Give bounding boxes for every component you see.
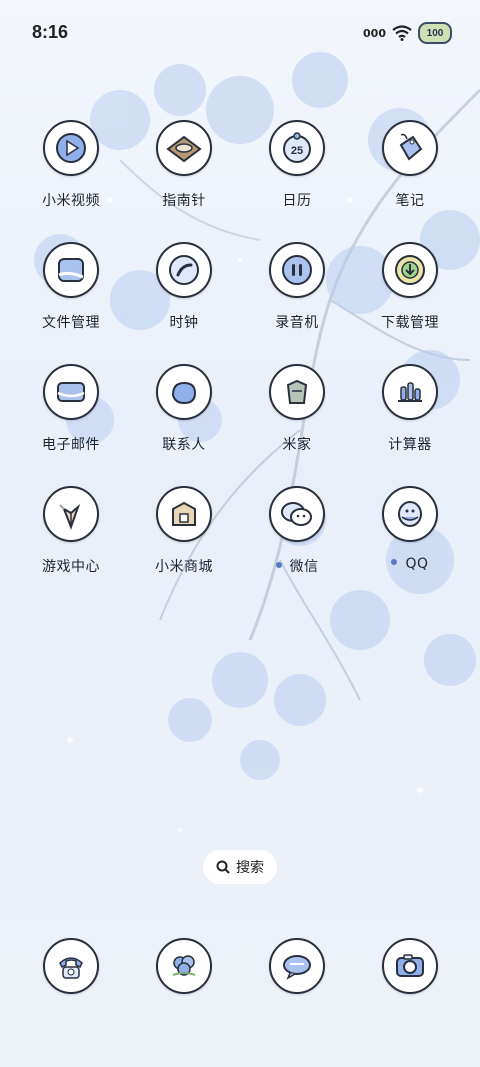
app-label: 录音机 [275, 315, 319, 331]
phone-icon [43, 938, 99, 994]
compass-icon [156, 120, 212, 176]
app-game-center[interactable]: 游戏中心 [16, 486, 126, 576]
messages-icon [269, 938, 325, 994]
wechat-icon [269, 486, 325, 542]
app-calculator[interactable]: 计算器 [355, 364, 465, 454]
battery-level: 100 [426, 27, 444, 39]
app-label: 游戏中心 [42, 559, 100, 575]
new-install-dot [275, 562, 282, 568]
mijia-icon [269, 364, 325, 420]
new-install-dot [391, 559, 398, 565]
app-contacts[interactable]: 联系人 [129, 364, 239, 454]
dock-phone[interactable] [16, 938, 126, 994]
folder-icon [43, 242, 99, 298]
app-file-manager[interactable]: 文件管理 [16, 242, 126, 332]
gallery-flower-icon [156, 938, 212, 994]
search-button[interactable]: 搜索 [203, 850, 277, 884]
camera-icon [382, 938, 438, 994]
app-label: 时钟 [169, 315, 199, 331]
status-icons: 000 100 [363, 22, 452, 44]
app-label: 小米商城 [155, 559, 213, 575]
app-label: 米家 [282, 437, 312, 453]
search-icon [216, 860, 230, 874]
app-label-text: QQ [405, 556, 429, 572]
app-label: 小米视频 [42, 193, 100, 209]
app-label-wechat: 微信 [242, 556, 352, 576]
calculator-icon [382, 364, 438, 420]
app-label-text: 微信 [289, 559, 319, 575]
app-label: 计算器 [388, 437, 432, 453]
app-label: 文件管理 [42, 315, 100, 331]
app-qq[interactable]: QQ [355, 486, 465, 572]
status-time: 8:16 [32, 22, 69, 42]
status-bar: 8:16 000 100 [0, 0, 480, 66]
notes-tag-icon [382, 120, 438, 176]
app-label: 笔记 [395, 193, 425, 209]
store-icon [156, 486, 212, 542]
battery-icon: 100 [418, 22, 452, 44]
app-clock[interactable]: 时钟 [129, 242, 239, 332]
dock-gallery[interactable] [129, 938, 239, 994]
app-email[interactable]: 电子邮件 [16, 364, 126, 454]
signal-icon: 000 [363, 26, 386, 40]
dock-messages[interactable] [242, 938, 352, 994]
app-compass[interactable]: 指南针 [129, 120, 239, 210]
calendar-icon: 25 [269, 120, 325, 176]
contacts-icon [156, 364, 212, 420]
app-download-manager[interactable]: 下载管理 [355, 242, 465, 332]
app-mi-video[interactable]: 小米视频 [16, 120, 126, 210]
qq-icon [382, 486, 438, 542]
app-recorder[interactable]: 录音机 [242, 242, 352, 332]
app-label-qq: QQ [355, 556, 465, 572]
app-label: 下载管理 [381, 315, 439, 331]
calendar-date: 25 [291, 145, 303, 157]
game-center-icon [43, 486, 99, 542]
app-calendar[interactable]: 25 日历 [242, 120, 352, 210]
recorder-icon [269, 242, 325, 298]
search-label: 搜索 [236, 860, 264, 876]
clock-icon [156, 242, 212, 298]
mail-icon [43, 364, 99, 420]
app-label: 联系人 [162, 437, 206, 453]
play-video-icon [43, 120, 99, 176]
app-wechat[interactable]: 微信 [242, 486, 352, 576]
wifi-icon [392, 25, 412, 41]
app-mijia[interactable]: 米家 [242, 364, 352, 454]
download-icon [382, 242, 438, 298]
app-label: 电子邮件 [42, 437, 100, 453]
app-label: 指南针 [162, 193, 206, 209]
dock-camera[interactable] [355, 938, 465, 994]
app-notes[interactable]: 笔记 [355, 120, 465, 210]
app-label: 日历 [282, 193, 312, 209]
app-mi-store[interactable]: 小米商城 [129, 486, 239, 576]
